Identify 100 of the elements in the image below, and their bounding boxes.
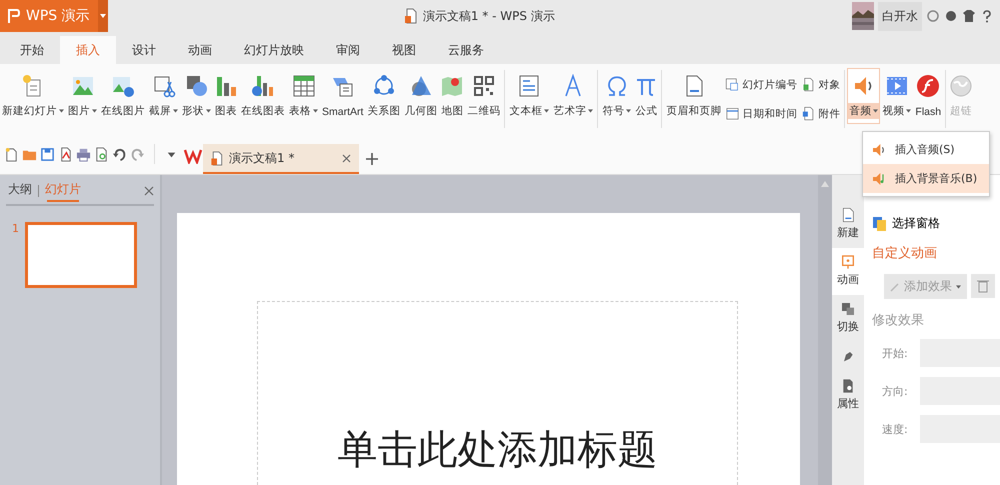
pencil-icon xyxy=(890,282,900,292)
scissors-icon xyxy=(152,74,176,98)
ribbon-button[interactable]: 表格 xyxy=(287,68,320,124)
ribbon-button[interactable]: 在线图表 xyxy=(239,68,287,124)
animation-icon xyxy=(840,254,856,270)
document-tab-title: 演示文稿1 * xyxy=(229,150,296,166)
ribbon-button[interactable]: 对象 xyxy=(800,76,842,93)
ribbon-button[interactable]: Flash xyxy=(913,68,944,124)
ribbon-tab[interactable]: 动画 xyxy=(172,36,228,64)
caret-icon xyxy=(544,109,550,113)
globe-icon xyxy=(949,74,974,98)
bar-chart-icon xyxy=(214,74,238,98)
menu-item[interactable]: 插入背景音乐(B) xyxy=(863,164,989,193)
ribbon-button[interactable]: 幻灯片编号 xyxy=(724,76,798,93)
caret-icon xyxy=(906,109,912,113)
user-name[interactable]: 白开水 xyxy=(878,2,922,30)
ribbon-button[interactable]: 页眉和页脚 xyxy=(664,68,724,124)
field-label: 方向: xyxy=(882,384,909,398)
calendar-icon xyxy=(725,106,740,121)
caret-icon xyxy=(313,109,318,113)
slide-number: 1 xyxy=(12,222,19,235)
ribbon-tab[interactable]: 视图 xyxy=(376,36,432,64)
caret-icon xyxy=(588,109,594,113)
selection-pane-button[interactable]: 选择窗格 xyxy=(872,215,1000,232)
ribbon-button[interactable]: 地图 xyxy=(439,68,466,124)
online-chart-icon xyxy=(251,74,275,98)
ribbon-button[interactable]: 艺术字 xyxy=(551,68,596,124)
shapes-icon xyxy=(184,74,208,98)
print-icon[interactable] xyxy=(76,146,91,162)
close-icon[interactable] xyxy=(342,154,351,162)
transition-icon xyxy=(840,301,856,317)
caret-icon xyxy=(173,109,178,113)
logo-icon xyxy=(8,9,20,23)
caret-icon xyxy=(873,109,878,113)
delete-button[interactable] xyxy=(971,274,995,298)
flash-icon xyxy=(916,74,940,98)
ribbon-button[interactable]: 形状 xyxy=(180,68,213,124)
panel-heading: 自定义动画 xyxy=(872,245,938,262)
ribbon-button[interactable]: SmartArt xyxy=(320,68,366,124)
ribbon-tab[interactable]: 开始 xyxy=(4,36,60,64)
ribbon-button[interactable]: 图片 xyxy=(66,68,99,124)
ribbon-button[interactable]: 视频 xyxy=(880,68,914,124)
ribbon-button[interactable]: 音频 xyxy=(847,68,880,124)
caret-icon xyxy=(92,109,97,113)
w-logo-icon[interactable] xyxy=(183,148,203,164)
ribbon-tab[interactable]: 幻灯片放映 xyxy=(228,36,320,64)
ribbon-tab[interactable]: 设计 xyxy=(116,36,172,64)
ribbon-tab[interactable]: 云服务 xyxy=(432,36,500,64)
map-icon xyxy=(440,74,464,98)
online-picture-icon xyxy=(111,74,135,98)
ribbon-button[interactable]: 截屏 xyxy=(147,68,180,124)
side-tab[interactable]: 切换 xyxy=(832,295,864,342)
qr-code-icon xyxy=(472,74,496,98)
title-placeholder-text: 单击此处添加标题 xyxy=(338,426,658,475)
speaker-icon xyxy=(871,142,887,158)
add-tab-icon[interactable] xyxy=(365,152,379,166)
picture-icon xyxy=(70,74,94,98)
ribbon-button[interactable]: 图表 xyxy=(213,68,239,124)
caret-icon xyxy=(206,109,211,113)
ribbon-button[interactable]: 新建幻灯片 xyxy=(0,68,66,124)
trash-icon xyxy=(977,279,989,293)
page-icon xyxy=(840,207,856,223)
side-tab[interactable]: 新建 xyxy=(832,201,864,248)
caret-icon xyxy=(956,284,961,288)
field-label: 开始: xyxy=(882,346,909,360)
help-icon[interactable] xyxy=(980,9,994,23)
caret-icon xyxy=(626,109,632,113)
window-title: 演示文稿1 * - WPS 演示 xyxy=(422,8,555,24)
save-icon[interactable] xyxy=(40,146,55,162)
new-file-icon[interactable] xyxy=(4,146,19,162)
caret-icon xyxy=(59,109,64,113)
slide-thumbnail[interactable] xyxy=(25,222,137,288)
ribbon-button[interactable]: 在线图片 xyxy=(99,68,147,124)
shirt-icon[interactable] xyxy=(962,9,976,23)
undo-icon[interactable] xyxy=(112,146,127,162)
side-tab[interactable]: 属性 xyxy=(832,372,864,419)
preview-icon[interactable] xyxy=(94,146,109,162)
film-icon xyxy=(884,74,909,98)
panel-tab[interactable]: 大纲 xyxy=(6,181,34,200)
ribbon-button[interactable]: 附件 xyxy=(800,105,842,122)
ribbon-button[interactable]: 二维码 xyxy=(465,68,502,124)
close-icon[interactable] xyxy=(144,186,154,196)
ribbon-button[interactable]: 文本框 xyxy=(507,68,552,124)
title-placeholder[interactable]: 单击此处添加标题 xyxy=(257,301,738,485)
section-heading: 修改效果 xyxy=(872,312,925,329)
menu-item[interactable]: 插入音频(S) xyxy=(863,135,989,164)
ribbon-button[interactable]: 关系图 xyxy=(365,68,402,124)
field-label: 速度: xyxy=(882,422,909,436)
ribbon-button[interactable]: 符号 xyxy=(600,68,634,124)
document-tab[interactable]: 演示文稿1 * xyxy=(203,144,359,174)
document-icon xyxy=(211,150,223,166)
ribbon-button[interactable]: 日期和时间 xyxy=(724,105,798,122)
side-tab[interactable]: 动画 xyxy=(832,248,864,295)
ribbon-button[interactable]: 几何图 xyxy=(402,68,440,124)
text-box-icon xyxy=(517,74,542,98)
ribbon-button[interactable]: 公式 xyxy=(633,68,660,124)
table-icon xyxy=(292,74,316,98)
document-icon xyxy=(404,8,417,24)
layers-icon xyxy=(872,216,888,232)
ribbon-tab[interactable]: 审阅 xyxy=(320,36,376,64)
